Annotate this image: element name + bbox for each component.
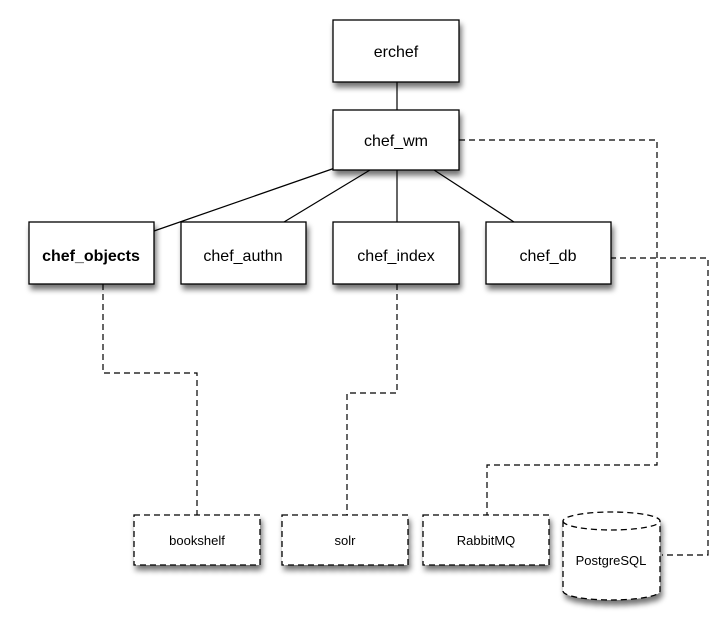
- label-solr: solr: [335, 533, 357, 548]
- label-bookshelf: bookshelf: [169, 533, 225, 548]
- label-chef_wm: chef_wm: [364, 133, 428, 150]
- edge-chef_objects-bookshelf: [102, 284, 198, 515]
- label-erchef: erchef: [374, 44, 419, 61]
- label-postgresql: PostgreSQL: [576, 553, 647, 568]
- edge-chef_index-solr: [346, 284, 398, 515]
- label-chef_db: chef_db: [520, 248, 577, 265]
- label-chef_authn: chef_authn: [203, 248, 282, 265]
- label-chef_objects: chef_objects: [42, 248, 140, 265]
- edge-chef_wm-rabbitmq: [459, 139, 658, 515]
- edge-chef_db-postgresql: [610, 257, 709, 556]
- edge-chef_wm-chef_authn: [283, 169, 371, 223]
- label-chef_index: chef_index: [357, 248, 434, 265]
- architecture-diagram: erchef chef_wm chef_objects chef_authn c…: [28, 19, 709, 601]
- label-rabbitmq: RabbitMQ: [457, 533, 516, 548]
- edge-chef_wm-chef_db: [433, 169, 515, 223]
